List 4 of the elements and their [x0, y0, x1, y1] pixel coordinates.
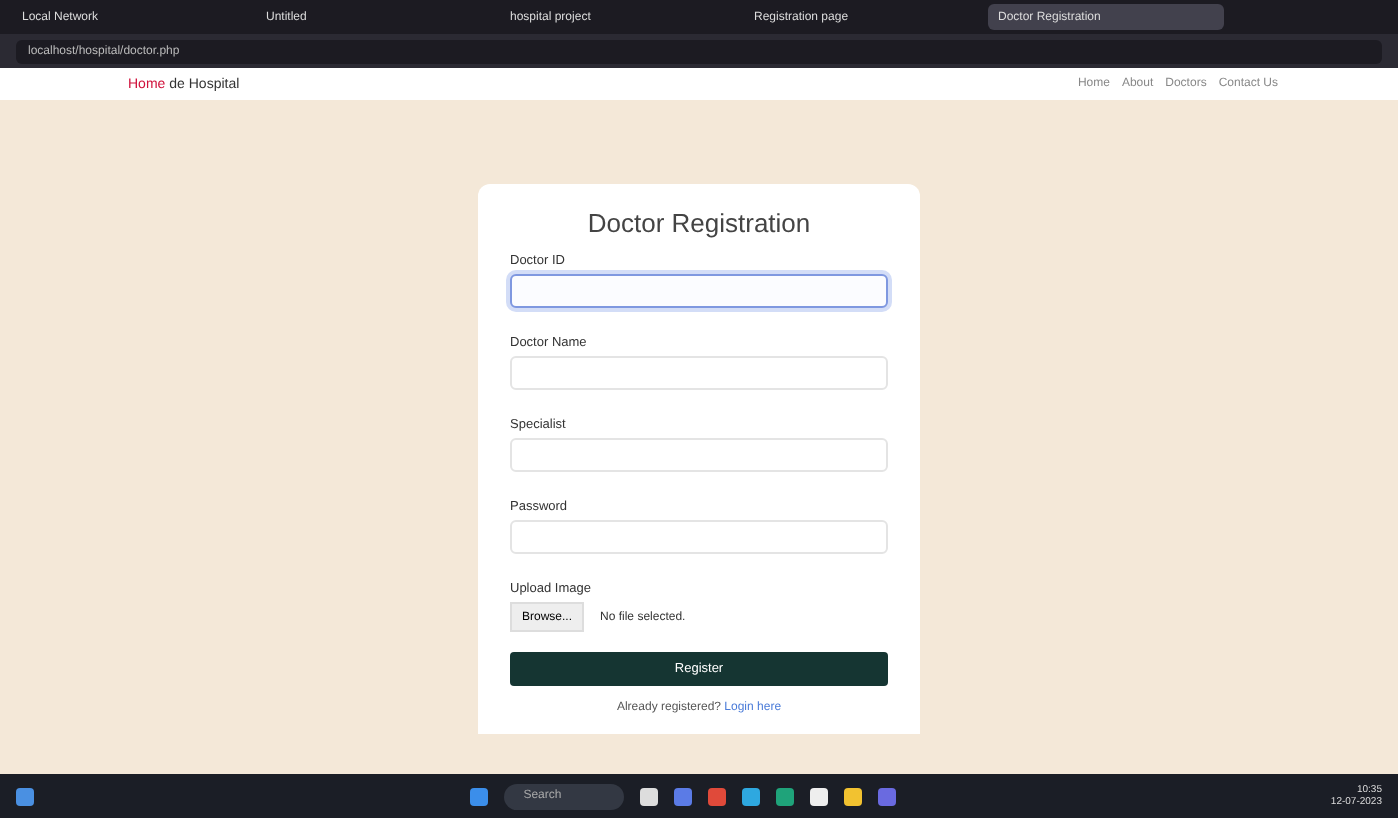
- form-title: Doctor Registration: [585, 208, 813, 238]
- input-field[interactable]: [510, 274, 888, 308]
- widgets-icon[interactable]: [16, 787, 34, 805]
- start-icon[interactable]: [469, 787, 488, 805]
